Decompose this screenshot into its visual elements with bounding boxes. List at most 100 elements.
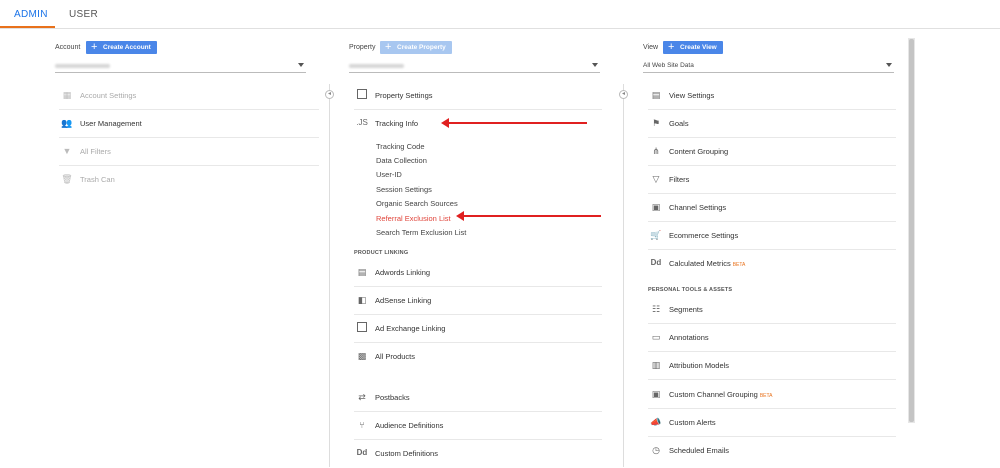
custom-alerts-label: Custom Alerts <box>669 418 716 427</box>
annotations-link[interactable]: ▭ Annotations <box>648 324 896 352</box>
plus-icon: + <box>385 41 392 53</box>
content-grouping-label: Content Grouping <box>669 147 729 156</box>
cart-icon: 🛒 <box>650 230 662 240</box>
postbacks-icon: ⇄ <box>358 392 366 402</box>
adsense-icon: ◧ <box>357 295 367 305</box>
ecommerce-settings-label: Ecommerce Settings <box>669 231 739 240</box>
create-view-button[interactable]: + Create View <box>663 41 723 54</box>
postbacks-link[interactable]: ⇄ Postbacks <box>354 384 602 412</box>
account-label: Account <box>55 44 81 51</box>
audience-definitions-label: Audience Definitions <box>375 421 444 430</box>
tracking-info-label: Tracking Info <box>375 119 419 128</box>
view-label: View <box>643 44 659 51</box>
filter-icon: ▽ <box>652 174 660 184</box>
adsense-linking-label: AdSense Linking <box>375 296 432 305</box>
property-header: Property + Create Property <box>349 41 599 54</box>
property-settings-label: Property Settings <box>375 91 433 100</box>
js-icon: .JS <box>356 118 368 127</box>
search-term-exclusion-list-link[interactable]: Search Term Exclusion List <box>376 228 466 237</box>
all-filters-link[interactable]: ▼ All Filters <box>59 138 319 166</box>
calculated-metrics-link[interactable]: Dd Calculated Metrics BETA <box>648 250 896 278</box>
tracking-info-link[interactable]: .JS Tracking Info <box>354 110 602 138</box>
segments-icon: ☷ <box>651 304 661 314</box>
create-view-label: Create View <box>680 44 717 51</box>
beta-badge: BETA <box>759 393 773 399</box>
tracking-code-link[interactable]: Tracking Code <box>376 142 425 151</box>
all-products-link[interactable]: ▩ All Products <box>354 343 602 371</box>
attribution-icon: ▥ <box>651 360 661 370</box>
tab-user[interactable]: USER <box>69 9 98 20</box>
chevron-down-icon <box>298 63 304 67</box>
filters-link[interactable]: ▽ Filters <box>648 166 896 194</box>
session-settings-link[interactable]: Session Settings <box>376 185 432 194</box>
create-property-label: Create Property <box>397 44 446 51</box>
all-filters-label: All Filters <box>80 147 111 156</box>
custom-alerts-link[interactable]: 📣 Custom Alerts <box>648 409 896 437</box>
adsense-linking-link[interactable]: ◧ AdSense Linking <box>354 287 602 315</box>
megaphone-icon: 📣 <box>650 417 662 427</box>
create-account-button[interactable]: + Create Account <box>86 41 157 54</box>
goals-link[interactable]: ⚑ Goals <box>648 110 896 138</box>
custom-definitions-link[interactable]: Dd Custom Definitions <box>354 440 602 468</box>
user-id-link[interactable]: User-ID <box>376 170 402 179</box>
beta-badge: BETA <box>732 262 746 268</box>
collapse-account-icon[interactable]: ◂ <box>325 90 334 99</box>
scheduled-emails-label: Scheduled Emails <box>669 446 730 455</box>
content-grouping-link[interactable]: ⋔ Content Grouping <box>648 138 896 166</box>
calculated-metrics-label: Calculated Metrics BETA <box>669 259 746 268</box>
referral-exclusion-list-link[interactable]: Referral Exclusion List <box>376 214 451 223</box>
ad-exchange-linking-link[interactable]: Ad Exchange Linking <box>354 315 602 343</box>
account-select[interactable] <box>55 59 306 73</box>
property-label: Property <box>349 44 376 51</box>
property-settings-link[interactable]: Property Settings <box>354 82 602 110</box>
view-settings-link[interactable]: ▤ View Settings <box>648 82 896 110</box>
product-linking-heading: PRODUCT LINKING <box>354 250 409 256</box>
dd-icon: Dd <box>650 258 662 267</box>
account-settings-link[interactable]: ▦ Account Settings <box>59 82 319 110</box>
custom-channel-grouping-label: Custom Channel Grouping BETA <box>669 390 773 399</box>
scheduled-emails-link[interactable]: ◷ Scheduled Emails <box>648 437 896 465</box>
view-select[interactable]: All Web Site Data <box>643 59 894 73</box>
adwords-linking-label: Adwords Linking <box>375 268 431 277</box>
goals-label: Goals <box>669 119 689 128</box>
annotation-arrow-referral-exclusion <box>456 211 601 221</box>
adwords-linking-link[interactable]: ▤ Adwords Linking <box>354 259 602 287</box>
filters-label: Filters <box>669 175 690 184</box>
grouping-icon: ⋔ <box>652 146 660 156</box>
ad-exchange-linking-label: Ad Exchange Linking <box>375 324 446 333</box>
all-products-label: All Products <box>375 352 416 361</box>
active-tab-indicator <box>0 26 55 28</box>
account-header: Account + Create Account <box>55 41 305 54</box>
ecommerce-settings-link[interactable]: 🛒 Ecommerce Settings <box>648 222 896 250</box>
data-collection-link[interactable]: Data Collection <box>376 156 427 165</box>
attribution-models-label: Attribution Models <box>669 361 730 370</box>
tab-admin[interactable]: ADMIN <box>14 9 48 20</box>
annotations-label: Annotations <box>669 333 709 342</box>
create-property-button[interactable]: + Create Property <box>380 41 452 54</box>
all-products-icon: ▩ <box>357 351 367 361</box>
organic-search-sources-link[interactable]: Organic Search Sources <box>376 199 458 208</box>
channel-settings-label: Channel Settings <box>669 203 727 212</box>
audience-definitions-link[interactable]: ⑂ Audience Definitions <box>354 412 602 440</box>
attribution-models-link[interactable]: ▥ Attribution Models <box>648 352 896 380</box>
segments-label: Segments <box>669 305 703 314</box>
user-management-link[interactable]: 👥 User Management <box>59 110 319 138</box>
annotation-arrow-tracking-info <box>441 118 587 128</box>
column-divider <box>329 84 330 467</box>
postbacks-label: Postbacks <box>375 393 410 402</box>
plus-icon: + <box>668 41 675 53</box>
view-select-value: All Web Site Data <box>643 62 694 69</box>
collapse-property-icon[interactable]: ◂ <box>619 90 628 99</box>
scrollbar-thumb[interactable] <box>909 39 914 422</box>
segments-link[interactable]: ☷ Segments <box>648 296 896 324</box>
document-icon: ▤ <box>651 90 661 100</box>
channel-icon: ▣ <box>651 202 661 212</box>
custom-channel-grouping-link[interactable]: ▣ Custom Channel Grouping BETA <box>648 381 896 409</box>
channel-settings-link[interactable]: ▣ Channel Settings <box>648 194 896 222</box>
trash-can-link[interactable]: 🗑 Trash Can <box>59 166 319 194</box>
property-select-value <box>349 64 404 68</box>
create-account-label: Create Account <box>103 44 151 51</box>
trash-icon: 🗑 <box>61 174 73 184</box>
annotation-icon: ▭ <box>651 332 661 342</box>
property-select[interactable] <box>349 59 600 73</box>
